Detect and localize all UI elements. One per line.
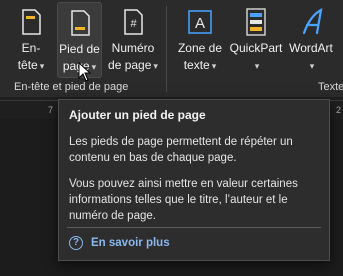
textbox-label-2: texte bbox=[183, 58, 210, 72]
page-number-button[interactable]: # Numéro de page ▾ bbox=[106, 2, 160, 78]
chevron-down-icon: ▾ bbox=[39, 61, 45, 71]
header-button-label-2: tête bbox=[17, 58, 38, 72]
footer-tooltip: Ajouter un pied de page Les pieds de pag… bbox=[58, 99, 330, 261]
ruler-tick: 7 bbox=[48, 105, 54, 115]
textbox-button[interactable]: A Zone de texte ▾ bbox=[172, 2, 228, 78]
group-label-text: Texte bbox=[318, 81, 343, 93]
group-label-header-footer: En-tête et pied de page bbox=[14, 81, 129, 93]
wordart-label: WordArt bbox=[289, 41, 333, 55]
page-number-label-1: Numéro bbox=[111, 41, 155, 55]
chevron-down-icon: ▾ bbox=[211, 61, 217, 71]
quickpart-icon bbox=[246, 8, 266, 36]
header-icon bbox=[22, 9, 41, 35]
textbox-label-1: Zone de bbox=[177, 41, 223, 55]
quickpart-label: QuickPart bbox=[229, 41, 283, 55]
mouse-cursor-icon bbox=[78, 62, 92, 82]
footer-button-label-1: Pied de bbox=[59, 42, 100, 56]
tooltip-paragraph-2: Vous pouvez ainsi mettre en valeur certa… bbox=[69, 178, 298, 222]
learn-more-link[interactable]: ? En savoir plus bbox=[69, 236, 170, 250]
wordart-icon bbox=[302, 7, 323, 35]
footer-icon bbox=[70, 10, 90, 36]
page-number-label-2: de page bbox=[108, 58, 152, 72]
hash-glyph: # bbox=[130, 18, 137, 30]
tooltip-divider bbox=[67, 227, 321, 228]
ribbon: En- tête ▾ Pied de page ▾ # Numéro de page… bbox=[0, 0, 343, 97]
textbox-glyph: A bbox=[195, 15, 205, 32]
help-icon: ? bbox=[69, 236, 83, 250]
textbox-icon: A bbox=[188, 10, 212, 34]
tooltip-title: Ajouter un pied de page bbox=[69, 108, 206, 122]
group-separator bbox=[166, 6, 167, 92]
quickpart-button[interactable]: QuickPart ▾ bbox=[228, 2, 284, 78]
header-button-label-1: En- bbox=[21, 41, 41, 55]
chevron-down-icon: ▾ bbox=[91, 62, 97, 72]
page-number-icon: # bbox=[124, 9, 143, 35]
tooltip-paragraph-1: Les pieds de page permettent de répéter … bbox=[69, 136, 293, 164]
learn-more-label: En savoir plus bbox=[91, 237, 170, 249]
chevron-down-icon: ▾ bbox=[254, 61, 260, 71]
chevron-down-icon: ▾ bbox=[153, 61, 158, 71]
header-button[interactable]: En- tête ▾ bbox=[8, 2, 54, 78]
wordart-button[interactable]: WordArt ▾ bbox=[285, 2, 337, 78]
ruler-tick: 2 bbox=[336, 105, 342, 115]
chevron-down-icon: ▾ bbox=[309, 61, 315, 71]
